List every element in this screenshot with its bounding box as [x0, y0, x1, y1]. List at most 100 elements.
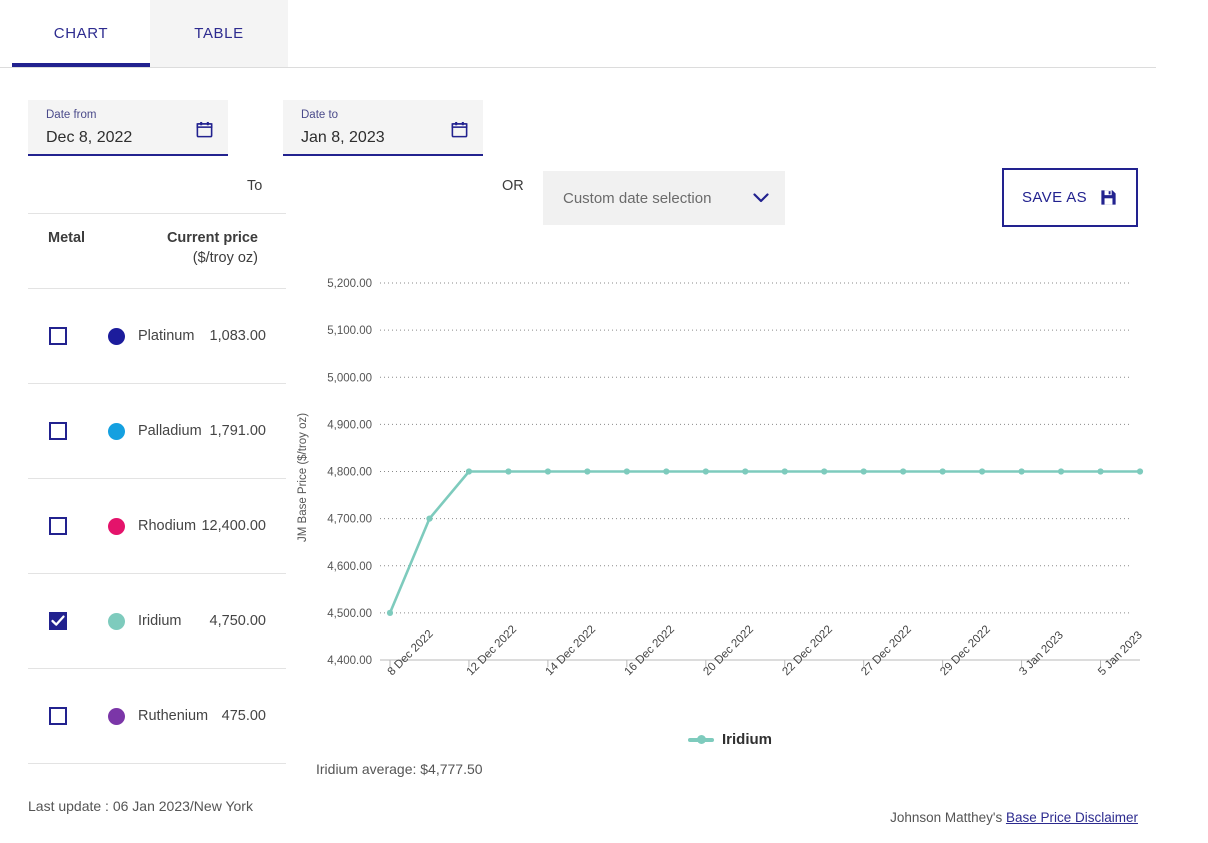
- date-from-value: Dec 8, 2022: [46, 129, 218, 147]
- column-header-price-label: Current price: [167, 230, 258, 246]
- x-axis-tick-label: 3 Jan 2023: [1017, 629, 1066, 678]
- date-from-field[interactable]: Date from Dec 8, 2022: [28, 100, 228, 156]
- data-point[interactable]: [861, 468, 867, 474]
- legend-line-marker: [688, 738, 714, 742]
- tab-active-underline: [12, 63, 150, 67]
- x-axis-tick-label: 16 Dec 2022: [622, 624, 677, 679]
- checkbox-ruthenium[interactable]: [49, 707, 67, 725]
- checkbox-palladium[interactable]: [49, 422, 67, 440]
- color-swatch-ruthenium: [108, 708, 125, 725]
- tab-chart-label: CHART: [54, 25, 108, 42]
- y-axis-tick-label: 5,000.00: [327, 372, 372, 384]
- metal-table-header: Metal Current price ($/troy oz): [28, 214, 286, 288]
- filters-toolbar: Date from Dec 8, 2022 To Date to Jan 8, …: [0, 68, 1208, 198]
- x-axis-tick-label: 12 Dec 2022: [465, 624, 520, 679]
- x-axis-tick-label: 5 Jan 2023: [1096, 629, 1145, 678]
- calendar-icon[interactable]: [195, 120, 214, 139]
- data-point[interactable]: [1137, 468, 1143, 474]
- metal-price: 1,791.00: [210, 423, 266, 439]
- metal-row-iridium[interactable]: Iridium 4,750.00: [28, 574, 286, 668]
- last-update-text: Last update : 06 Jan 2023/New York: [28, 798, 253, 814]
- data-point[interactable]: [703, 468, 709, 474]
- data-point[interactable]: [742, 468, 748, 474]
- date-to-field[interactable]: Date to Jan 8, 2023: [283, 100, 483, 156]
- color-swatch-palladium: [108, 423, 125, 440]
- data-point[interactable]: [387, 610, 393, 616]
- column-header-current-price: Current price ($/troy oz): [167, 230, 258, 266]
- or-separator: OR: [502, 178, 524, 194]
- checkbox-iridium[interactable]: [49, 612, 67, 630]
- data-point[interactable]: [624, 468, 630, 474]
- y-axis-tick-label: 5,100.00: [327, 325, 372, 337]
- metal-price: 12,400.00: [201, 518, 266, 534]
- data-point[interactable]: [900, 468, 906, 474]
- metal-row-rhodium[interactable]: Rhodium 12,400.00: [28, 479, 286, 573]
- data-point[interactable]: [663, 468, 669, 474]
- y-axis-tick-label: 4,600.00: [327, 561, 372, 573]
- y-axis-title: JM Base Price ($/troy oz): [297, 413, 309, 542]
- data-point[interactable]: [584, 468, 590, 474]
- divider: [28, 763, 286, 764]
- data-point[interactable]: [1058, 468, 1064, 474]
- tab-bar: CHART TABLE: [0, 0, 1156, 68]
- y-axis-tick-label: 4,900.00: [327, 419, 372, 431]
- date-from-label: Date from: [46, 108, 218, 122]
- data-point[interactable]: [1018, 468, 1024, 474]
- checkbox-platinum[interactable]: [49, 327, 67, 345]
- metal-price: 4,750.00: [210, 613, 266, 629]
- data-point[interactable]: [466, 468, 472, 474]
- data-point[interactable]: [505, 468, 511, 474]
- tab-chart[interactable]: CHART: [12, 0, 150, 67]
- data-point[interactable]: [940, 468, 946, 474]
- data-point[interactable]: [821, 468, 827, 474]
- legend-label-iridium: Iridium: [722, 731, 772, 748]
- chart-legend[interactable]: Iridium: [688, 731, 772, 748]
- checkbox-rhodium[interactable]: [49, 517, 67, 535]
- metal-selector-panel: Metal Current price ($/troy oz) Platinum…: [28, 213, 286, 764]
- metal-price: 475.00: [222, 708, 266, 724]
- x-axis-tick-label: 14 Dec 2022: [544, 624, 599, 679]
- x-axis-tick-label: 27 Dec 2022: [859, 624, 914, 679]
- metal-row-ruthenium[interactable]: Ruthenium 475.00: [28, 669, 286, 763]
- x-axis-tick-label: 29 Dec 2022: [938, 624, 993, 679]
- y-axis-tick-label: 5,200.00: [327, 278, 372, 290]
- data-point[interactable]: [545, 468, 551, 474]
- calendar-icon[interactable]: [450, 120, 469, 139]
- tab-table-label: TABLE: [194, 25, 243, 42]
- metal-row-platinum[interactable]: Platinum 1,083.00: [28, 289, 286, 383]
- metal-list: Platinum 1,083.00 Palladium 1,791.00 Rhodium…: [28, 288, 286, 763]
- metal-name: Rhodium: [138, 518, 196, 534]
- metal-price: 1,083.00: [210, 328, 266, 344]
- date-to-value: Jan 8, 2023: [301, 129, 473, 147]
- base-price-disclaimer-link[interactable]: Base Price Disclaimer: [1006, 810, 1138, 825]
- data-point[interactable]: [782, 468, 788, 474]
- y-axis-tick-label: 4,700.00: [327, 514, 372, 526]
- y-axis-tick-label: 4,500.00: [327, 608, 372, 620]
- metal-row-palladium[interactable]: Palladium 1,791.00: [28, 384, 286, 478]
- y-axis-tick-label: 4,800.00: [327, 467, 372, 479]
- disclaimer: Johnson Matthey's Base Price Disclaimer: [890, 810, 1138, 825]
- x-axis-tick-label: 22 Dec 2022: [780, 624, 835, 679]
- metal-name: Iridium: [138, 613, 182, 629]
- average-note: Iridium average: $4,777.50: [316, 761, 483, 777]
- column-header-metal: Metal: [48, 230, 85, 246]
- data-point[interactable]: [426, 516, 432, 522]
- color-swatch-rhodium: [108, 518, 125, 535]
- tab-table[interactable]: TABLE: [150, 0, 288, 67]
- x-axis-tick-label: 20 Dec 2022: [701, 624, 756, 679]
- column-header-price-unit: ($/troy oz): [167, 250, 258, 266]
- disclaimer-prefix: Johnson Matthey's: [890, 810, 1006, 825]
- data-point[interactable]: [979, 468, 985, 474]
- series-line-iridium: [390, 472, 1140, 613]
- metal-name: Ruthenium: [138, 708, 208, 724]
- data-point[interactable]: [1097, 468, 1103, 474]
- date-range-separator: To: [247, 178, 262, 194]
- y-axis-tick-label: 4,400.00: [327, 655, 372, 667]
- metal-name: Platinum: [138, 328, 194, 344]
- chart-canvas[interactable]: 4,400.00 4,500.00 4,600.00 4,700.00 4,800.00…: [300, 200, 1200, 800]
- price-chart: 4,400.00 4,500.00 4,600.00 4,700.00 4,800.00…: [300, 200, 1200, 800]
- metal-name: Palladium: [138, 423, 202, 439]
- x-axis-tick-label: 8 Dec 2022: [386, 628, 436, 678]
- date-to-label: Date to: [301, 108, 473, 122]
- color-swatch-platinum: [108, 328, 125, 345]
